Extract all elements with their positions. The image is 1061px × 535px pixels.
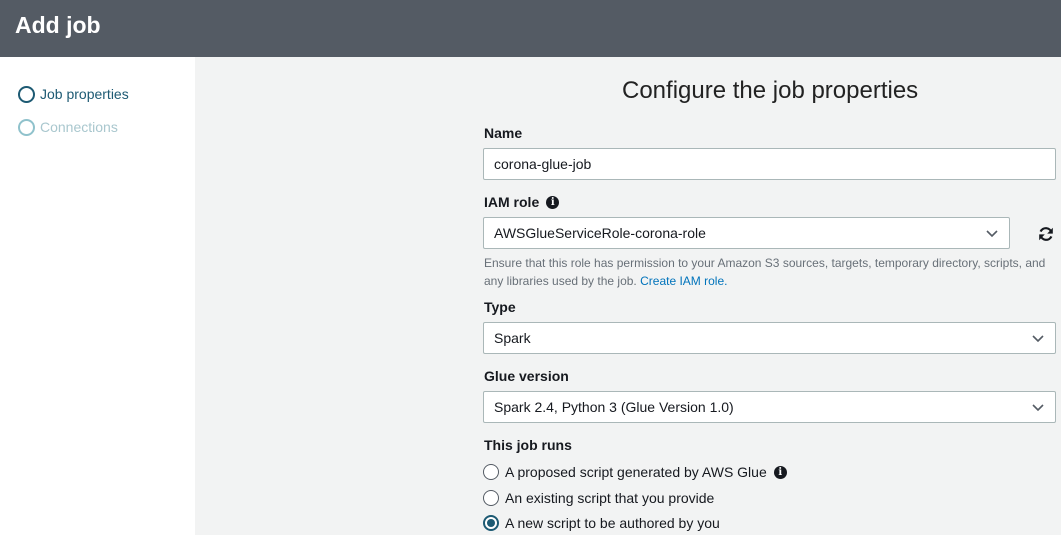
radio-option-new-script[interactable]: A new script to be authored by you — [483, 515, 720, 531]
radio-label: A new script to be authored by you — [505, 515, 720, 531]
step-label: Connections — [40, 119, 118, 135]
chevron-down-icon — [1032, 335, 1044, 343]
iam-role-select[interactable]: AWSGlueServiceRole-corona-role — [483, 217, 1010, 249]
radio-button-selected[interactable] — [483, 515, 499, 531]
radio-label: A proposed script generated by AWS Glue — [505, 464, 767, 480]
radio-label: An existing script that you provide — [505, 490, 715, 506]
step-circle-icon — [18, 85, 35, 103]
step-job-properties[interactable]: Job properties — [18, 85, 129, 103]
type-value: Spark — [494, 330, 531, 346]
create-iam-role-link[interactable]: Create IAM role. — [640, 274, 727, 288]
glue-version-label: Glue version — [484, 368, 569, 384]
step-circle-icon — [18, 118, 35, 136]
step-label: Job properties — [40, 86, 129, 102]
iam-role-hint: Ensure that this role has permission to … — [484, 256, 1046, 288]
name-input[interactable]: corona-glue-job — [483, 148, 1056, 180]
glue-version-select[interactable]: Spark 2.4, Python 3 (Glue Version 1.0) — [483, 391, 1056, 423]
chevron-down-icon — [1032, 404, 1044, 412]
job-runs-label: This job runs — [484, 437, 572, 453]
info-icon[interactable]: i — [546, 195, 560, 209]
iam-role-value: AWSGlueServiceRole-corona-role — [494, 225, 706, 241]
radio-option-existing-script[interactable]: An existing script that you provide — [483, 490, 714, 506]
form-heading: Configure the job properties — [622, 77, 919, 104]
step-connections: Connections — [18, 118, 118, 136]
name-input-value: corona-glue-job — [494, 156, 592, 172]
refresh-icon[interactable] — [1038, 226, 1054, 242]
wizard-steps-sidebar: Job properties Connections — [0, 57, 195, 535]
top-bar: Add job — [0, 0, 1061, 57]
radio-button[interactable] — [483, 464, 499, 480]
radio-button[interactable] — [483, 490, 499, 506]
iam-role-label: IAM role i — [484, 194, 560, 210]
radio-option-proposed-script[interactable]: A proposed script generated by AWS Glue … — [483, 464, 787, 480]
name-label: Name — [484, 125, 523, 141]
page-title: Add job — [15, 12, 101, 38]
type-label: Type — [484, 299, 516, 315]
type-select[interactable]: Spark — [483, 322, 1056, 354]
glue-version-value: Spark 2.4, Python 3 (Glue Version 1.0) — [494, 399, 734, 415]
chevron-down-icon — [986, 230, 998, 238]
info-icon[interactable]: i — [773, 465, 787, 479]
